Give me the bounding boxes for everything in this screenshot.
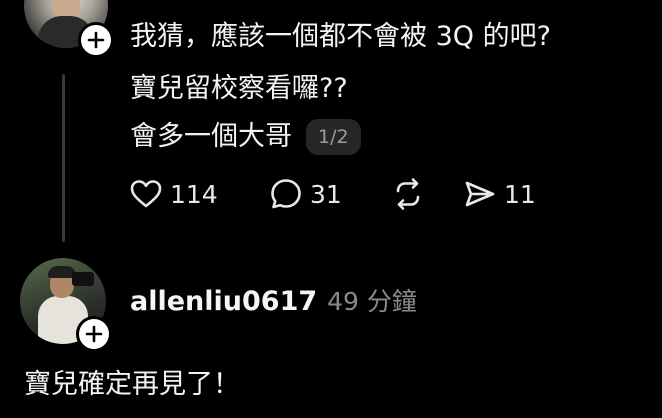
- post-text-line: 寶兒留校察看囉??: [130, 73, 348, 104]
- thread-connector-line: [62, 74, 65, 242]
- reply-button[interactable]: 31: [268, 176, 390, 212]
- comment-icon: [271, 179, 301, 209]
- follow-button[interactable]: [78, 22, 114, 58]
- send-icon: [465, 181, 495, 207]
- share-count: 11: [504, 179, 536, 209]
- avatar-camera: [72, 272, 94, 286]
- like-count: 114: [170, 179, 218, 209]
- timestamp: 49 分鐘: [327, 287, 417, 316]
- follow-button[interactable]: [76, 316, 112, 352]
- like-button[interactable]: 114: [128, 176, 268, 212]
- username[interactable]: allenliu0617: [130, 286, 317, 317]
- thread-view: 我猜，應該一個都不會被 3Q 的吧? 寶兒留校察看囉?? 會多一個大哥 1/2 …: [0, 0, 662, 418]
- repost-icon: [396, 178, 420, 210]
- post-text-line: 我猜，應該一個都不會被 3Q 的吧?: [130, 21, 551, 52]
- post-text: 寶兒確定再見了！: [24, 369, 240, 400]
- post-header: allenliu0617 49 分鐘: [130, 282, 417, 318]
- post-actions: 114 31 11: [128, 176, 536, 212]
- plus-icon: [87, 31, 105, 49]
- share-button[interactable]: 11: [462, 176, 536, 212]
- post-text-line: 會多一個大哥: [130, 121, 292, 152]
- page-indicator[interactable]: 1/2: [306, 119, 361, 155]
- reply-count: 31: [310, 179, 342, 209]
- repost-button[interactable]: [390, 176, 462, 212]
- plus-icon: [85, 325, 103, 343]
- post-text-row: 會多一個大哥 1/2: [130, 118, 361, 156]
- heart-icon: [130, 180, 162, 208]
